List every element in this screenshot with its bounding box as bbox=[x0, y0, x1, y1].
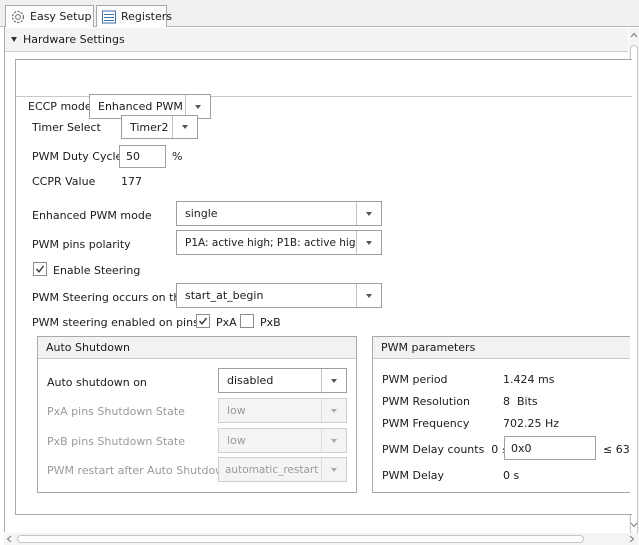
tab-label: Registers bbox=[121, 10, 173, 23]
enhanced-pwm-mode-label: Enhanced PWM mode bbox=[32, 209, 152, 222]
eccp-mode-label: ECCP mode bbox=[28, 100, 92, 113]
enable-steering-checkbox[interactable] bbox=[33, 262, 47, 276]
pwm-parameters-title: PWM parameters bbox=[381, 341, 476, 354]
pxb-label: PxB bbox=[260, 316, 281, 329]
pwm-resolution-value: 8 Bits bbox=[503, 395, 538, 408]
pxb-shutdown-state-value: low bbox=[227, 434, 246, 447]
pxa-shutdown-state-select[interactable]: low bbox=[218, 398, 347, 423]
chevron-down-icon[interactable] bbox=[356, 284, 381, 307]
ccpr-value-label: CCPR Value bbox=[32, 175, 96, 188]
auto-shutdown-header: Auto Shutdown bbox=[38, 337, 356, 359]
scroll-down-icon[interactable] bbox=[630, 520, 638, 530]
pins-polarity-value: P1A: active high; P1B: active high bbox=[185, 236, 356, 249]
horizontal-scrollbar[interactable] bbox=[4, 533, 639, 545]
pwm-period-value: 1.424 ms bbox=[503, 373, 555, 386]
list-icon bbox=[101, 9, 117, 25]
chevron-down-icon[interactable] bbox=[172, 116, 197, 138]
scroll-right-icon[interactable] bbox=[628, 535, 636, 543]
pxa-shutdown-state-value: low bbox=[227, 404, 246, 417]
pwm-restart-label: PWM restart after Auto Shutdown bbox=[47, 464, 232, 477]
pwm-resolution-label: PWM Resolution bbox=[382, 395, 470, 408]
chevron-down-icon[interactable] bbox=[321, 429, 346, 452]
auto-shutdown-on-select[interactable]: disabled bbox=[218, 368, 347, 393]
chevron-down-icon[interactable] bbox=[321, 399, 346, 422]
pwm-period-label: PWM period bbox=[382, 373, 448, 386]
scroll-left-icon[interactable] bbox=[5, 535, 13, 543]
duty-cycle-value: 50 bbox=[126, 150, 140, 163]
timer-select[interactable]: Timer2 bbox=[121, 115, 198, 139]
pxa-shutdown-state-label: PxA pins Shutdown State bbox=[47, 405, 185, 418]
section-header-hardware-settings[interactable]: Hardware Settings bbox=[5, 28, 628, 52]
duty-cycle-unit: % bbox=[172, 150, 183, 163]
chevron-down-icon[interactable] bbox=[321, 369, 346, 392]
auto-shutdown-on-value: disabled bbox=[227, 374, 274, 387]
pxb-shutdown-state-label: PxB pins Shutdown State bbox=[47, 435, 185, 448]
pwm-frequency-label: PWM Frequency bbox=[382, 417, 470, 430]
pxa-label: PxA bbox=[216, 316, 237, 329]
chevron-down-icon[interactable] bbox=[321, 458, 346, 481]
duty-cycle-label: PWM Duty Cycle bbox=[32, 150, 123, 163]
steering-occurs-select[interactable]: start_at_begin bbox=[176, 283, 382, 308]
tab-bar: Easy Setup Registers bbox=[0, 0, 639, 27]
section-title: Hardware Settings bbox=[23, 33, 125, 46]
horizontal-scroll-thumb[interactable] bbox=[17, 535, 584, 543]
enable-steering-label: Enable Steering bbox=[53, 264, 141, 277]
steering-pins-label: PWM steering enabled on pins bbox=[32, 316, 199, 329]
pins-polarity-label: PWM pins polarity bbox=[32, 238, 131, 251]
tab-registers[interactable]: Registers bbox=[96, 5, 172, 27]
pins-polarity-select[interactable]: P1A: active high; P1B: active high bbox=[176, 230, 382, 255]
steering-occurs-value: start_at_begin bbox=[185, 289, 264, 302]
pwm-restart-value: automatic_restart bbox=[225, 463, 319, 476]
pxa-checkbox[interactable] bbox=[196, 314, 210, 328]
enhanced-pwm-mode-select[interactable]: single bbox=[176, 201, 382, 226]
timer-select-label: Timer Select bbox=[32, 121, 101, 134]
pxb-checkbox[interactable] bbox=[240, 314, 254, 328]
tab-easy-setup[interactable]: Easy Setup bbox=[5, 5, 94, 27]
enhanced-pwm-mode-value: single bbox=[185, 207, 218, 220]
tab-label: Easy Setup bbox=[30, 10, 92, 23]
pwm-delay-counts-input[interactable]: 0x0 bbox=[504, 436, 596, 460]
duty-cycle-input[interactable]: 50 bbox=[119, 145, 166, 168]
pwm-delay-counts-label: PWM Delay counts 0 ≤ bbox=[382, 443, 512, 456]
pwm-parameters-header: PWM parameters bbox=[373, 337, 630, 359]
pwm-delay-label: PWM Delay bbox=[382, 469, 445, 482]
collapse-triangle-icon bbox=[11, 37, 17, 42]
checkmark-icon bbox=[198, 317, 208, 325]
ccpr-value: 177 bbox=[121, 175, 142, 188]
auto-shutdown-on-label: Auto shutdown on bbox=[47, 376, 147, 389]
pwm-delay-counts-value: 0x0 bbox=[511, 441, 532, 455]
pwm-restart-select[interactable]: automatic_restart bbox=[218, 457, 347, 482]
pxb-shutdown-state-select[interactable]: low bbox=[218, 428, 347, 453]
steering-occurs-label: PWM Steering occurs on the bbox=[32, 291, 188, 304]
auto-shutdown-title: Auto Shutdown bbox=[46, 341, 130, 354]
timer-select-value: Timer2 bbox=[130, 120, 169, 134]
checkmark-icon bbox=[35, 265, 45, 273]
pwm-frequency-value: 702.25 Hz bbox=[503, 417, 560, 430]
chevron-down-icon[interactable] bbox=[356, 231, 381, 254]
pwm-delay-counts-max: ≤ 63 bbox=[603, 443, 630, 456]
scroll-up-icon[interactable] bbox=[630, 30, 638, 40]
pwm-delay-value: 0 s bbox=[503, 469, 520, 482]
chevron-down-icon[interactable] bbox=[356, 202, 381, 225]
gear-icon bbox=[10, 9, 26, 25]
